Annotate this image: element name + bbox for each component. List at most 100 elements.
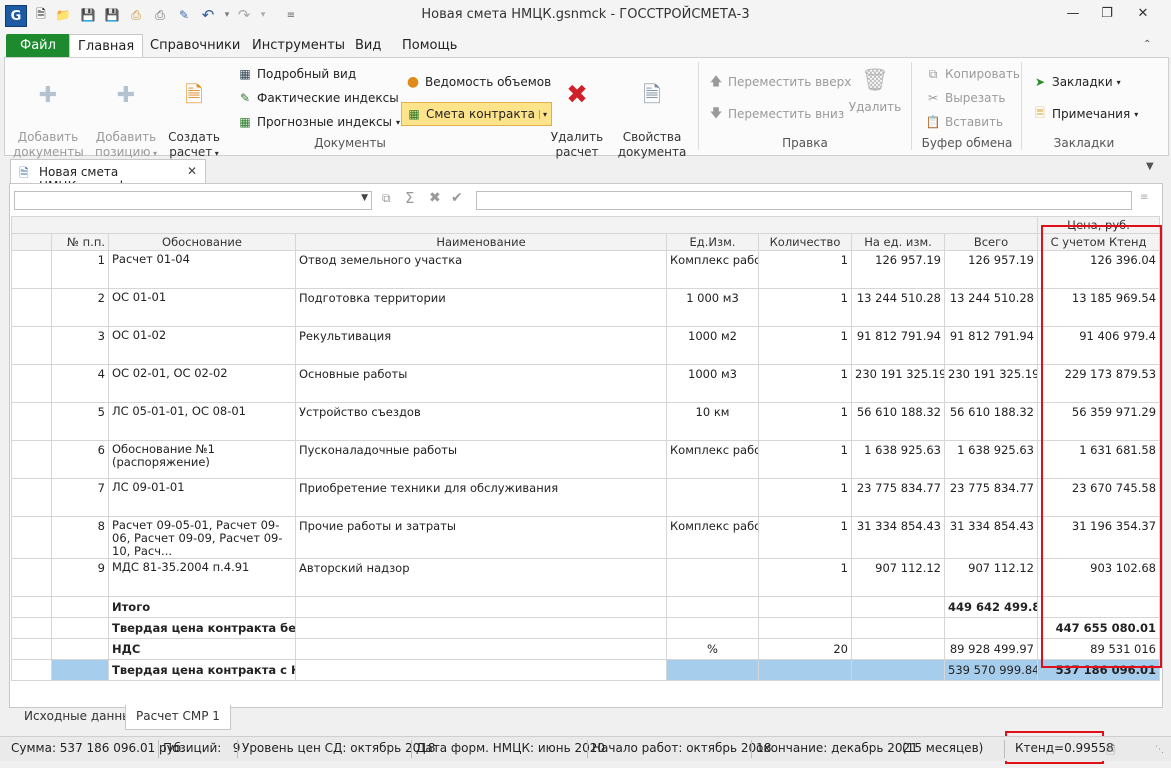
create-calc-button[interactable]: 🗎 Создать расчет ▾ <box>165 64 223 161</box>
cell-total[interactable]: 31 334 854.43 <box>944 516 1038 559</box>
cell-total[interactable]: 91 812 791.94 <box>944 326 1038 365</box>
cell-num[interactable]: 7 <box>51 478 109 517</box>
cell-unit-price[interactable]: 13 244 510.28 <box>851 288 945 327</box>
contract-estimate-dropdown-icon[interactable]: ▾ <box>538 109 547 119</box>
cell-ktend[interactable]: 31 196 354.37 <box>1036 516 1161 559</box>
cell-name[interactable]: Подготовка территории <box>295 288 667 327</box>
cell-basis[interactable]: Расчет 09-05-01, Расчет 09-06, Расчет 09… <box>108 516 296 559</box>
cell-unit-price[interactable]: 1 638 925.63 <box>851 440 945 479</box>
cell-ktend[interactable]: 126 396.04 <box>1036 250 1161 289</box>
cell-basis[interactable]: МДС 81-35.2004 п.4.91 <box>108 558 296 597</box>
cell-total[interactable]: 13 244 510.28 <box>944 288 1038 327</box>
cut-button[interactable]: ✂ Вырезать <box>925 88 1006 108</box>
cell-total[interactable]: 907 112.12 <box>944 558 1038 597</box>
cell-basis[interactable]: Обоснование №1 (распоряжение) <box>108 440 296 479</box>
tab-calc-smr-1[interactable]: Расчет СМР 1 <box>125 705 231 730</box>
cell-total[interactable]: 56 610 188.32 <box>944 402 1038 441</box>
resize-grip-icon[interactable]: ⋱ <box>1155 745 1164 755</box>
notes-button[interactable]: 🗏 Примечания ▾ <box>1032 104 1138 124</box>
cell-unit[interactable] <box>666 478 759 517</box>
col-header-total[interactable]: Всего <box>944 233 1038 251</box>
forecast-indices-button[interactable]: ▦ Прогнозные индексы ▾ <box>237 112 400 132</box>
add-position-button[interactable]: ✚ Добавить позицию ▾ <box>91 64 161 161</box>
cell-name[interactable]: Рекультивация <box>295 326 667 365</box>
contract-estimate-button[interactable]: ▦ Смета контракта ▾ <box>401 102 552 126</box>
table-row-itogo[interactable]: Итого 449 642 499.87 <box>11 596 1161 618</box>
cell-basis[interactable]: ЛС 05-01-01, ОС 08-01 <box>108 402 296 441</box>
cell-qty[interactable]: 1 <box>758 478 852 517</box>
cell-ktend[interactable]: 23 670 745.58 <box>1036 478 1161 517</box>
cell-unit[interactable]: 1000 м2 <box>666 326 759 365</box>
copy-formula-icon[interactable]: ⧉ <box>382 191 391 206</box>
cell-ktend[interactable]: 13 185 969.54 <box>1036 288 1161 327</box>
col-header-name[interactable]: Наименование <box>295 233 667 251</box>
cell-name[interactable]: Пусконаладочные работы <box>295 440 667 479</box>
table-row-vat[interactable]: НДС % 20 89 928 499.97 89 531 016 <box>11 638 1161 660</box>
cell-basis[interactable]: ОС 01-01 <box>108 288 296 327</box>
accept-icon[interactable]: ✔ <box>451 190 463 206</box>
col-header-num[interactable]: № п.п. <box>51 233 109 251</box>
cell-unit-price[interactable]: 907 112.12 <box>851 558 945 597</box>
table-row[interactable]: 5 ЛС 05-01-01, ОС 08-01 Устройство съездов… <box>11 402 1161 441</box>
cell-basis[interactable]: ОС 01-02 <box>108 326 296 365</box>
cell-num[interactable]: 6 <box>51 440 109 479</box>
volume-list-button[interactable]: ● Ведомость объемов <box>405 72 551 92</box>
cell-qty[interactable]: 1 <box>758 558 852 597</box>
cell-total[interactable]: 230 191 325.19 <box>944 364 1038 403</box>
cell-qty[interactable]: 1 <box>758 326 852 365</box>
tab-help[interactable]: Помощь <box>394 34 465 57</box>
cell-ktend[interactable]: 903 102.68 <box>1036 558 1161 597</box>
cell-selector-combo[interactable]: ▼ <box>14 191 372 210</box>
cell-unit[interactable]: 1 000 м3 <box>666 288 759 327</box>
tab-references[interactable]: Справочники <box>142 34 248 57</box>
col-header-basis[interactable]: Обоснование <box>108 233 296 251</box>
cell-num[interactable]: 8 <box>51 516 109 559</box>
cell-qty[interactable]: 1 <box>758 402 852 441</box>
chevron-down-icon[interactable]: ▼ <box>361 193 368 203</box>
cell-ktend[interactable]: 229 173 879.53 <box>1036 364 1161 403</box>
actual-indices-button[interactable]: ✎ Фактические индексы <box>237 88 399 108</box>
doc-properties-button[interactable]: 🗎 Свойства документа <box>617 64 687 160</box>
cell-name[interactable]: Приобретение техники для обслуживания <box>295 478 667 517</box>
cell-name[interactable]: Устройство съездов <box>295 402 667 441</box>
document-tab[interactable]: 🗎 Новая смета НМЦК.gsnmck ✕ <box>10 159 206 193</box>
copy-button[interactable]: ⧉ Копировать <box>925 64 1020 84</box>
cell-num[interactable]: 1 <box>51 250 109 289</box>
move-down-button[interactable]: 🡇 Переместить вниз <box>708 104 844 124</box>
col-header-qty[interactable]: Количество <box>758 233 852 251</box>
table-row[interactable]: 8 Расчет 09-05-01, Расчет 09-06, Расчет 0… <box>11 516 1161 559</box>
cell-num[interactable]: 3 <box>51 326 109 365</box>
minimize-icon[interactable]: — <box>1063 6 1083 24</box>
cell-num[interactable]: 4 <box>51 364 109 403</box>
cell-name[interactable]: Авторский надзор <box>295 558 667 597</box>
cell-qty[interactable]: 1 <box>758 364 852 403</box>
col-header-unit[interactable]: Ед.Изм. <box>666 233 759 251</box>
cell-unit[interactable]: Комплекс работ <box>666 250 759 289</box>
table-row[interactable]: 9 МДС 81-35.2004 п.4.91 Авторский надзор 1 9… <box>11 558 1161 597</box>
table-row[interactable]: 3 ОС 01-02 Рекультивация 1000 м2 1 91 812 791… <box>11 326 1161 365</box>
cell-ktend[interactable]: 1 631 681.58 <box>1036 440 1161 479</box>
cell-unit[interactable]: Комплекс работ <box>666 440 759 479</box>
formula-input[interactable] <box>476 191 1132 210</box>
delete-button[interactable]: 🗑 Удалить <box>847 64 903 115</box>
cell-unit-price[interactable]: 31 334 854.43 <box>851 516 945 559</box>
cell-total[interactable]: 126 957.19 <box>944 250 1038 289</box>
cell-total[interactable]: 1 638 925.63 <box>944 440 1038 479</box>
detailed-view-button[interactable]: ▦ Подробный вид <box>237 64 356 84</box>
cell-unit[interactable] <box>666 558 759 597</box>
cell-num[interactable]: 5 <box>51 402 109 441</box>
cell-qty[interactable]: 1 <box>758 516 852 559</box>
cell-unit-price[interactable]: 56 610 188.32 <box>851 402 945 441</box>
table-row[interactable]: 7 ЛС 09-01-01 Приобретение техники для обс… <box>11 478 1161 517</box>
cell-unit[interactable]: Комплекс работ <box>666 516 759 559</box>
paste-button[interactable]: 📋 Вставить <box>925 112 1004 132</box>
cell-num[interactable]: 9 <box>51 558 109 597</box>
table-row[interactable]: 1 Расчет 01-04 Отвод земельного участка Ком… <box>11 250 1161 289</box>
move-up-button[interactable]: 🡅 Переместить вверх <box>708 72 852 92</box>
close-tab-icon[interactable]: ✕ <box>187 164 197 178</box>
table-row-fixed-no-vat[interactable]: Твердая цена контракта без НДС 447 655 0… <box>11 617 1161 639</box>
cell-name[interactable]: Отвод земельного участка <box>295 250 667 289</box>
cell-basis[interactable]: ОС 02-01, ОС 02-02 <box>108 364 296 403</box>
cell-unit-price[interactable]: 126 957.19 <box>851 250 945 289</box>
tab-home[interactable]: Главная <box>69 34 144 58</box>
